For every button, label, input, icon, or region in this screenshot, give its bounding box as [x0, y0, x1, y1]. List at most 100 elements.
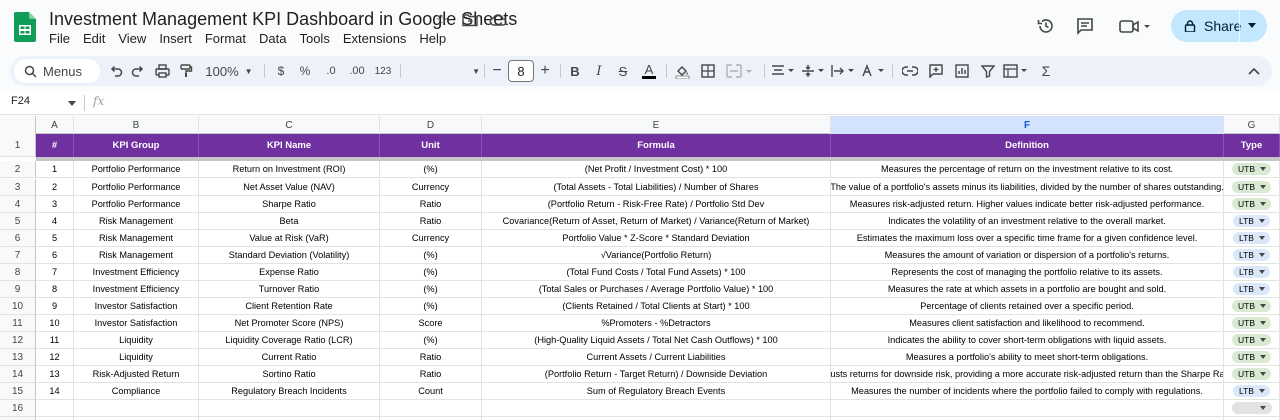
- chevron-down-icon[interactable]: [1248, 23, 1256, 28]
- empty-cell[interactable]: [482, 400, 831, 417]
- kpi-group-cell[interactable]: Portfolio Performance: [74, 196, 199, 213]
- unit-cell[interactable]: (%): [380, 281, 482, 298]
- type-dropdown-chip[interactable]: [1231, 402, 1272, 414]
- formula-cell[interactable]: Current Assets / Current Liabilities: [482, 349, 831, 366]
- row-number-12[interactable]: 12: [0, 332, 36, 349]
- select-all-corner[interactable]: [0, 116, 36, 134]
- star-icon[interactable]: ☆: [433, 11, 451, 29]
- italic-icon[interactable]: I: [590, 56, 608, 86]
- font-size-input[interactable]: 8: [508, 60, 534, 82]
- type-dropdown-chip[interactable]: LTB: [1233, 266, 1270, 278]
- row-number-4[interactable]: 4: [0, 196, 36, 213]
- row-number-13[interactable]: 13: [0, 349, 36, 366]
- unit-cell[interactable]: Currency: [380, 179, 482, 196]
- version-history-icon[interactable]: [1035, 15, 1057, 37]
- kpi-name-cell[interactable]: Standard Deviation (Volatility): [199, 247, 380, 264]
- type-cell[interactable]: LTB: [1224, 281, 1280, 298]
- insert-link-icon[interactable]: [900, 56, 920, 86]
- kpi-name-cell[interactable]: Return on Investment (ROI): [199, 161, 380, 178]
- kpi-name-cell[interactable]: Net Promoter Score (NPS): [199, 315, 380, 332]
- print-icon[interactable]: [152, 56, 172, 86]
- type-cell[interactable]: LTB: [1224, 230, 1280, 247]
- kpi-group-cell[interactable]: Portfolio Performance: [74, 161, 199, 178]
- type-dropdown-chip[interactable]: UTB: [1232, 181, 1271, 193]
- kpi-number-cell[interactable]: 1: [36, 161, 74, 178]
- strikethrough-icon[interactable]: S: [614, 56, 632, 86]
- kpi-name-cell[interactable]: Value at Risk (VaR): [199, 230, 380, 247]
- zoom-select[interactable]: 100% ▼: [204, 56, 254, 86]
- row-number-10[interactable]: 10: [0, 298, 36, 315]
- formula-cell[interactable]: (Total Sales or Purchases / Average Port…: [482, 281, 831, 298]
- type-dropdown-chip[interactable]: UTB: [1232, 368, 1271, 380]
- menu-file[interactable]: File: [49, 31, 70, 46]
- kpi-group-cell[interactable]: Investment Efficiency: [74, 264, 199, 281]
- unit-cell[interactable]: Score: [380, 315, 482, 332]
- menu-extensions[interactable]: Extensions: [343, 31, 407, 46]
- header-cell-e[interactable]: Formula: [482, 134, 831, 157]
- formula-cell[interactable]: √Variance(Portfolio Return): [482, 247, 831, 264]
- column-header-c[interactable]: C: [199, 116, 380, 134]
- definition-cell[interactable]: Measures a portfolio's ability to meet s…: [831, 349, 1224, 366]
- unit-cell[interactable]: (%): [380, 332, 482, 349]
- meet-icon[interactable]: [1118, 15, 1152, 37]
- insert-comment-icon[interactable]: [926, 56, 946, 86]
- unit-cell[interactable]: (%): [380, 298, 482, 315]
- kpi-group-cell[interactable]: Risk Management: [74, 213, 199, 230]
- kpi-group-cell[interactable]: Risk Management: [74, 230, 199, 247]
- row-number-15[interactable]: 15: [0, 383, 36, 400]
- hide-menus-icon[interactable]: [1244, 56, 1264, 86]
- kpi-group-cell[interactable]: Compliance: [74, 383, 199, 400]
- type-cell[interactable]: LTB: [1224, 264, 1280, 281]
- comments-icon[interactable]: [1074, 15, 1096, 37]
- percent-format-button[interactable]: %: [297, 56, 313, 86]
- type-dropdown-chip[interactable]: LTB: [1233, 283, 1270, 295]
- type-cell[interactable]: UTB: [1224, 349, 1280, 366]
- definition-cell[interactable]: The value of a portfolio's assets minus …: [831, 179, 1224, 196]
- formula-cell[interactable]: (Clients Retained / Total Clients at Sta…: [482, 298, 831, 315]
- kpi-number-cell[interactable]: 9: [36, 298, 74, 315]
- fill-color-icon[interactable]: [672, 56, 692, 86]
- horizontal-align-icon[interactable]: [770, 56, 796, 86]
- increase-font-size-icon[interactable]: +: [538, 56, 552, 86]
- paint-format-icon[interactable]: [176, 56, 196, 86]
- menu-edit[interactable]: Edit: [83, 31, 105, 46]
- row-number-3[interactable]: 3: [0, 179, 36, 196]
- row-number-6[interactable]: 6: [0, 230, 36, 247]
- row-number-8[interactable]: 8: [0, 264, 36, 281]
- kpi-name-cell[interactable]: Net Asset Value (NAV): [199, 179, 380, 196]
- kpi-group-cell[interactable]: Investment Efficiency: [74, 281, 199, 298]
- text-wrapping-icon[interactable]: [830, 56, 856, 86]
- sheets-logo-icon[interactable]: [14, 12, 36, 42]
- empty-cell[interactable]: [831, 400, 1224, 417]
- type-cell[interactable]: UTB: [1224, 315, 1280, 332]
- formula-cell[interactable]: %Promoters - %Detractors: [482, 315, 831, 332]
- kpi-number-cell[interactable]: 14: [36, 383, 74, 400]
- header-cell-g[interactable]: Type: [1224, 134, 1280, 157]
- kpi-number-cell[interactable]: 5: [36, 230, 74, 247]
- insert-chart-icon[interactable]: [952, 56, 972, 86]
- row-number-5[interactable]: 5: [0, 213, 36, 230]
- formula-cell[interactable]: Portfolio Value * Z-Score * Standard Dev…: [482, 230, 831, 247]
- definition-cell[interactable]: Measures the rate at which assets in a p…: [831, 281, 1224, 298]
- move-folder-icon[interactable]: [461, 11, 479, 29]
- kpi-name-cell[interactable]: Turnover Ratio: [199, 281, 380, 298]
- type-dropdown-chip[interactable]: UTB: [1232, 317, 1271, 329]
- kpi-group-cell[interactable]: Liquidity: [74, 332, 199, 349]
- menus-search[interactable]: Menus: [14, 59, 100, 83]
- kpi-group-cell[interactable]: Risk Management: [74, 247, 199, 264]
- number-format-button[interactable]: 123: [372, 56, 394, 86]
- vertical-align-icon[interactable]: [800, 56, 826, 86]
- header-cell-c[interactable]: KPI Name: [199, 134, 380, 157]
- kpi-number-cell[interactable]: 10: [36, 315, 74, 332]
- empty-cell[interactable]: [380, 400, 482, 417]
- definition-cell[interactable]: Estimates the maximum loss over a specif…: [831, 230, 1224, 247]
- definition-cell[interactable]: Indicates the volatility of an investmen…: [831, 213, 1224, 230]
- redo-icon[interactable]: [128, 56, 148, 86]
- type-dropdown-chip[interactable]: UTB: [1232, 300, 1271, 312]
- type-cell[interactable]: UTB: [1224, 298, 1280, 315]
- kpi-name-cell[interactable]: Beta: [199, 213, 380, 230]
- type-dropdown-chip[interactable]: LTB: [1233, 385, 1270, 397]
- type-cell[interactable]: LTB: [1224, 213, 1280, 230]
- formula-cell[interactable]: Sum of Regulatory Breach Events: [482, 383, 831, 400]
- row-number-1[interactable]: 1: [0, 134, 36, 157]
